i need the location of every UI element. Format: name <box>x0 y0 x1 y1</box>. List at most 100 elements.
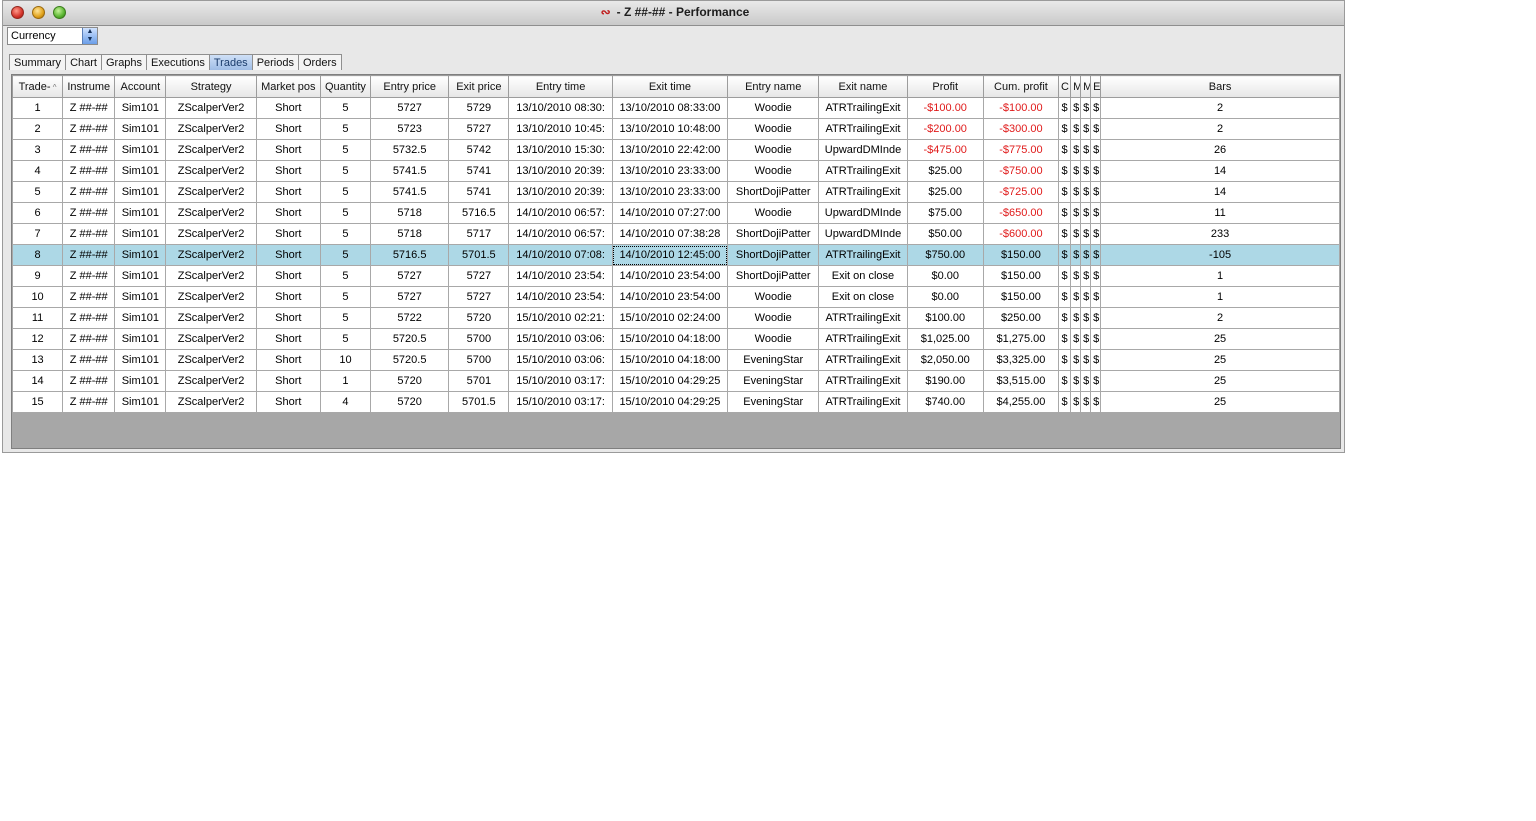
table-cell[interactable]: $ <box>1070 160 1082 182</box>
table-cell[interactable]: $ <box>1080 118 1092 140</box>
table-cell[interactable]: ZScalperVer2 <box>165 223 257 245</box>
table-cell[interactable]: EveningStar <box>727 391 820 413</box>
table-cell[interactable]: Short <box>255 139 321 161</box>
table-cell[interactable]: ZScalperVer2 <box>165 139 257 161</box>
table-cell[interactable]: Short <box>255 181 321 203</box>
column-header[interactable]: Exit time <box>611 75 729 98</box>
column-header[interactable]: E <box>1090 75 1102 98</box>
table-cell[interactable]: $ <box>1090 286 1102 308</box>
table-cell[interactable]: ZScalperVer2 <box>165 97 257 119</box>
table-cell[interactable]: 15/10/2010 02:21: <box>508 307 613 329</box>
table-cell[interactable]: 5718 <box>370 202 450 224</box>
table-cell[interactable]: $ <box>1080 286 1092 308</box>
table-cell[interactable]: 5727 <box>370 265 450 287</box>
table-cell[interactable]: 13/10/2010 23:33:00 <box>611 160 729 182</box>
table-cell[interactable]: 13/10/2010 08:30: <box>508 97 613 119</box>
column-header[interactable]: Trade- ^ <box>12 75 64 98</box>
table-cell[interactable]: $ <box>1058 202 1072 224</box>
table-cell[interactable]: ShortDojiPatter <box>727 244 820 266</box>
column-header[interactable]: Account <box>114 75 167 98</box>
table-cell[interactable]: $ <box>1058 160 1072 182</box>
table-cell[interactable]: 5 <box>319 160 372 182</box>
table-cell[interactable]: $ <box>1058 118 1072 140</box>
table-cell[interactable]: $ <box>1070 118 1082 140</box>
column-header[interactable]: Entry price <box>370 75 450 98</box>
table-cell[interactable]: -105 <box>1100 244 1340 266</box>
table-cell[interactable]: UpwardDMInde <box>818 223 908 245</box>
column-header[interactable]: Cum. profit <box>982 75 1060 98</box>
table-cell[interactable]: -$475.00 <box>906 139 984 161</box>
table-cell[interactable]: 5 <box>319 202 372 224</box>
table-cell[interactable]: 5729 <box>448 97 510 119</box>
table-cell[interactable]: Sim101 <box>114 307 167 329</box>
table-cell[interactable]: 5 <box>319 328 372 350</box>
table-cell[interactable]: $ <box>1090 349 1102 371</box>
table-cell[interactable]: $ <box>1080 223 1092 245</box>
trades-grid[interactable]: Trade- ^ Instrume Account Strategy Market po… <box>11 74 1341 449</box>
table-cell[interactable]: $4,255.00 <box>982 391 1060 413</box>
table-cell[interactable]: $ <box>1070 181 1082 203</box>
table-cell[interactable]: 5741.5 <box>370 160 450 182</box>
table-row[interactable]: 14 Z ##-## Sim101 ZScalperVer2 Short 1 5720 570… <box>12 370 1340 392</box>
table-cell[interactable]: 5720.5 <box>370 328 450 350</box>
table-cell[interactable]: Sim101 <box>114 286 167 308</box>
table-cell[interactable]: ZScalperVer2 <box>165 265 257 287</box>
column-header[interactable]: M <box>1080 75 1092 98</box>
table-cell[interactable]: $ <box>1058 181 1072 203</box>
table-cell[interactable]: 5700 <box>448 328 510 350</box>
table-cell[interactable]: Short <box>255 97 321 119</box>
table-cell[interactable]: Short <box>255 160 321 182</box>
table-cell[interactable]: $1,275.00 <box>982 328 1060 350</box>
table-cell[interactable]: Short <box>255 286 321 308</box>
table-cell[interactable]: $ <box>1058 223 1072 245</box>
table-cell[interactable]: -$300.00 <box>982 118 1060 140</box>
table-cell[interactable]: Z ##-## <box>62 97 116 119</box>
table-cell[interactable]: 14/10/2010 06:57: <box>508 223 613 245</box>
table-cell[interactable]: $740.00 <box>906 391 984 413</box>
table-cell[interactable]: EveningStar <box>727 349 820 371</box>
table-cell[interactable]: $150.00 <box>982 265 1060 287</box>
table-row[interactable]: 9Z ##-## Sim101 ZScalperVer2 Short 5 5727 5727… <box>12 265 1340 287</box>
table-cell[interactable]: Z ##-## <box>62 391 116 413</box>
column-header[interactable]: Quantity <box>319 75 372 98</box>
table-cell[interactable]: ATRTrailingExit <box>818 244 908 266</box>
table-cell[interactable]: 5720.5 <box>370 349 450 371</box>
table-cell[interactable]: Sim101 <box>114 160 167 182</box>
table-cell[interactable]: 5 <box>12 181 64 203</box>
table-cell[interactable]: $ <box>1070 328 1082 350</box>
table-cell[interactable]: Woodie <box>727 139 820 161</box>
column-header[interactable]: C <box>1058 75 1072 98</box>
table-cell[interactable]: 14 <box>1100 181 1340 203</box>
table-cell[interactable]: 2 <box>12 118 64 140</box>
table-cell[interactable]: $ <box>1058 370 1072 392</box>
table-cell[interactable]: $ <box>1080 328 1092 350</box>
table-cell[interactable]: $ <box>1070 202 1082 224</box>
table-cell[interactable]: $ <box>1070 139 1082 161</box>
table-cell[interactable]: -$200.00 <box>906 118 984 140</box>
table-cell[interactable]: -$775.00 <box>982 139 1060 161</box>
table-cell[interactable]: -$100.00 <box>906 97 984 119</box>
table-cell[interactable]: Sim101 <box>114 181 167 203</box>
table-cell[interactable]: 5741.5 <box>370 181 450 203</box>
table-cell[interactable]: 5701.5 <box>448 244 510 266</box>
table-cell[interactable]: $ <box>1080 349 1092 371</box>
table-cell[interactable]: Woodie <box>727 202 820 224</box>
table-cell[interactable]: Sim101 <box>114 202 167 224</box>
table-cell[interactable]: ShortDojiPatter <box>727 181 820 203</box>
table-cell[interactable]: Sim101 <box>114 370 167 392</box>
table-cell[interactable]: $0.00 <box>906 286 984 308</box>
table-cell[interactable]: 1 <box>1100 265 1340 287</box>
table-cell[interactable]: $75.00 <box>906 202 984 224</box>
table-cell[interactable]: 10 <box>319 349 372 371</box>
table-cell[interactable]: $ <box>1058 286 1072 308</box>
table-cell[interactable]: 5716.5 <box>448 202 510 224</box>
table-cell[interactable]: $ <box>1090 160 1102 182</box>
table-cell[interactable]: $ <box>1070 307 1082 329</box>
table-cell[interactable]: $ <box>1080 139 1092 161</box>
table-cell[interactable]: 5727 <box>370 286 450 308</box>
column-header[interactable]: Strategy <box>165 75 257 98</box>
table-cell[interactable]: 5 <box>319 286 372 308</box>
table-cell[interactable]: 15/10/2010 02:24:00 <box>611 307 729 329</box>
table-cell[interactable]: $ <box>1070 97 1082 119</box>
table-cell[interactable]: ZScalperVer2 <box>165 160 257 182</box>
